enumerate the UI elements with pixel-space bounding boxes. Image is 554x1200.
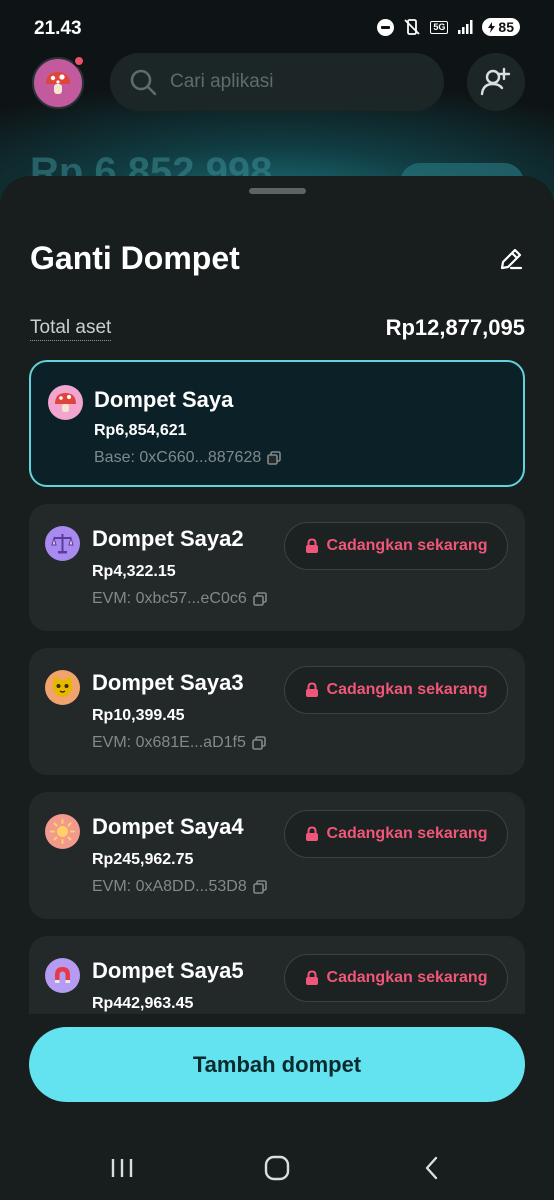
wallet-avatar (48, 385, 83, 420)
backup-now-button[interactable]: Cadangkan sekarang (284, 810, 508, 858)
wallet-balance: Rp10,399.45 (92, 707, 185, 724)
wallet-balance: Rp6,854,621 (94, 422, 187, 439)
add-wallet-label: Tambah dompet (192, 1051, 362, 1077)
wallet-address[interactable]: EVM: 0x681E...aD1f5 (92, 734, 266, 752)
status-time: 21.43 (34, 18, 82, 39)
home-button[interactable] (257, 1150, 297, 1186)
wallet-avatar (45, 814, 80, 849)
lock-icon (305, 970, 318, 985)
backup-now-label: Cadangkan sekarang (326, 537, 488, 554)
add-wallet-button[interactable]: Tambah dompet (29, 1027, 525, 1102)
backup-now-button[interactable]: Cadangkan sekarang (284, 522, 508, 570)
pencil-icon (500, 248, 523, 270)
recent-apps-button[interactable] (102, 1150, 142, 1186)
wallet-name: Dompet Saya5 (92, 958, 244, 983)
backup-now-button[interactable]: Cadangkan sekarang (284, 954, 508, 1002)
mushroom-icon (46, 72, 70, 94)
wallet-address[interactable]: EVM: 0xbc57...eC0c6 (92, 590, 267, 608)
battery-level: 85 (498, 19, 514, 35)
wallet-address[interactable]: EVM: 0xA8DD...53D8 (92, 878, 267, 896)
wallet-name: Dompet Saya2 (92, 526, 244, 551)
wallet-list[interactable]: Dompet Saya Rp6,854,621 Base: 0xC660...8… (0, 360, 554, 1014)
wallet-name: Dompet Saya (94, 387, 234, 412)
drag-handle[interactable] (249, 188, 306, 194)
wallet-switch-sheet: Ganti Dompet Total aset Rp12,877,095 Dom… (0, 176, 554, 1200)
lock-icon (305, 826, 318, 841)
wallet-avatar (45, 526, 80, 561)
back-button[interactable] (412, 1150, 452, 1186)
copy-icon[interactable] (252, 880, 267, 894)
battery-icon: 85 (482, 18, 520, 36)
sun-icon (45, 814, 80, 849)
wallet-address-text: EVM: 0x681E...aD1f5 (92, 734, 246, 751)
mushroom-icon (48, 385, 83, 420)
system-navigation-bar (0, 1130, 554, 1200)
signal-icon (457, 19, 473, 35)
lock-icon (305, 538, 318, 553)
sheet-title: Ganti Dompet (30, 240, 240, 276)
edit-button[interactable] (496, 244, 526, 274)
total-assets-label[interactable]: Total aset (30, 317, 112, 341)
add-user-icon (480, 67, 511, 96)
wallet-name: Dompet Saya3 (92, 670, 244, 695)
magnet-icon (45, 958, 80, 993)
recent-apps-icon (111, 1159, 133, 1177)
wallet-address[interactable]: Base: 0xC660...887628 (94, 449, 282, 467)
wallet-avatar (45, 958, 80, 993)
status-icons: 5G 85 (377, 18, 520, 36)
wallet-address-text: Base: 0xC660...887628 (94, 449, 262, 466)
back-icon (425, 1156, 438, 1180)
wallet-address-text: EVM: 0xbc57...eC0c6 (92, 590, 247, 607)
wallet-card-dompet-saya3[interactable]: Dompet Saya3 Rp10,399.45 EVM: 0x681E...a… (29, 648, 525, 775)
wallet-card-dompet-saya2[interactable]: Dompet Saya2 Rp4,322.15 EVM: 0xbc57...eC… (29, 504, 525, 631)
search-placeholder: Cari aplikasi (170, 71, 274, 92)
cat-icon (45, 670, 80, 705)
do-not-disturb-icon (377, 18, 395, 36)
wallet-balance: Rp245,962.75 (92, 851, 194, 868)
total-assets-value: Rp12,877,095 (385, 315, 525, 340)
wallet-address-text: EVM: 0xA8DD...53D8 (92, 878, 247, 895)
notification-dot (73, 55, 85, 67)
status-bar: 21.43 5G 85 (0, 0, 554, 56)
wallet-card-dompet-saya4[interactable]: Dompet Saya4 Rp245,962.75 EVM: 0xA8DD...… (29, 792, 525, 919)
copy-icon[interactable] (252, 592, 267, 606)
scales-icon (45, 526, 80, 561)
wallet-name: Dompet Saya4 (92, 814, 244, 839)
wallet-card-dompet-saya5[interactable]: Dompet Saya5 Rp442,963.45 Cadangkan seka… (29, 936, 525, 1014)
lock-icon (305, 682, 318, 697)
copy-icon[interactable] (267, 451, 282, 465)
backup-now-button[interactable]: Cadangkan sekarang (284, 666, 508, 714)
wallet-avatar (45, 670, 80, 705)
home-icon (264, 1155, 290, 1181)
backup-now-label: Cadangkan sekarang (326, 825, 488, 842)
add-user-button[interactable] (467, 53, 525, 111)
wallet-balance: Rp4,322.15 (92, 563, 176, 580)
backup-now-label: Cadangkan sekarang (326, 969, 488, 986)
wallet-balance: Rp442,963.45 (92, 995, 194, 1012)
wallet-card-dompet-saya[interactable]: Dompet Saya Rp6,854,621 Base: 0xC660...8… (29, 360, 525, 487)
backup-now-label: Cadangkan sekarang (326, 681, 488, 698)
network-type-icon: 5G (430, 20, 449, 34)
search-input[interactable]: Cari aplikasi (110, 53, 444, 111)
copy-icon[interactable] (252, 736, 266, 750)
search-icon (130, 69, 157, 96)
vibrate-mute-icon (403, 18, 421, 36)
